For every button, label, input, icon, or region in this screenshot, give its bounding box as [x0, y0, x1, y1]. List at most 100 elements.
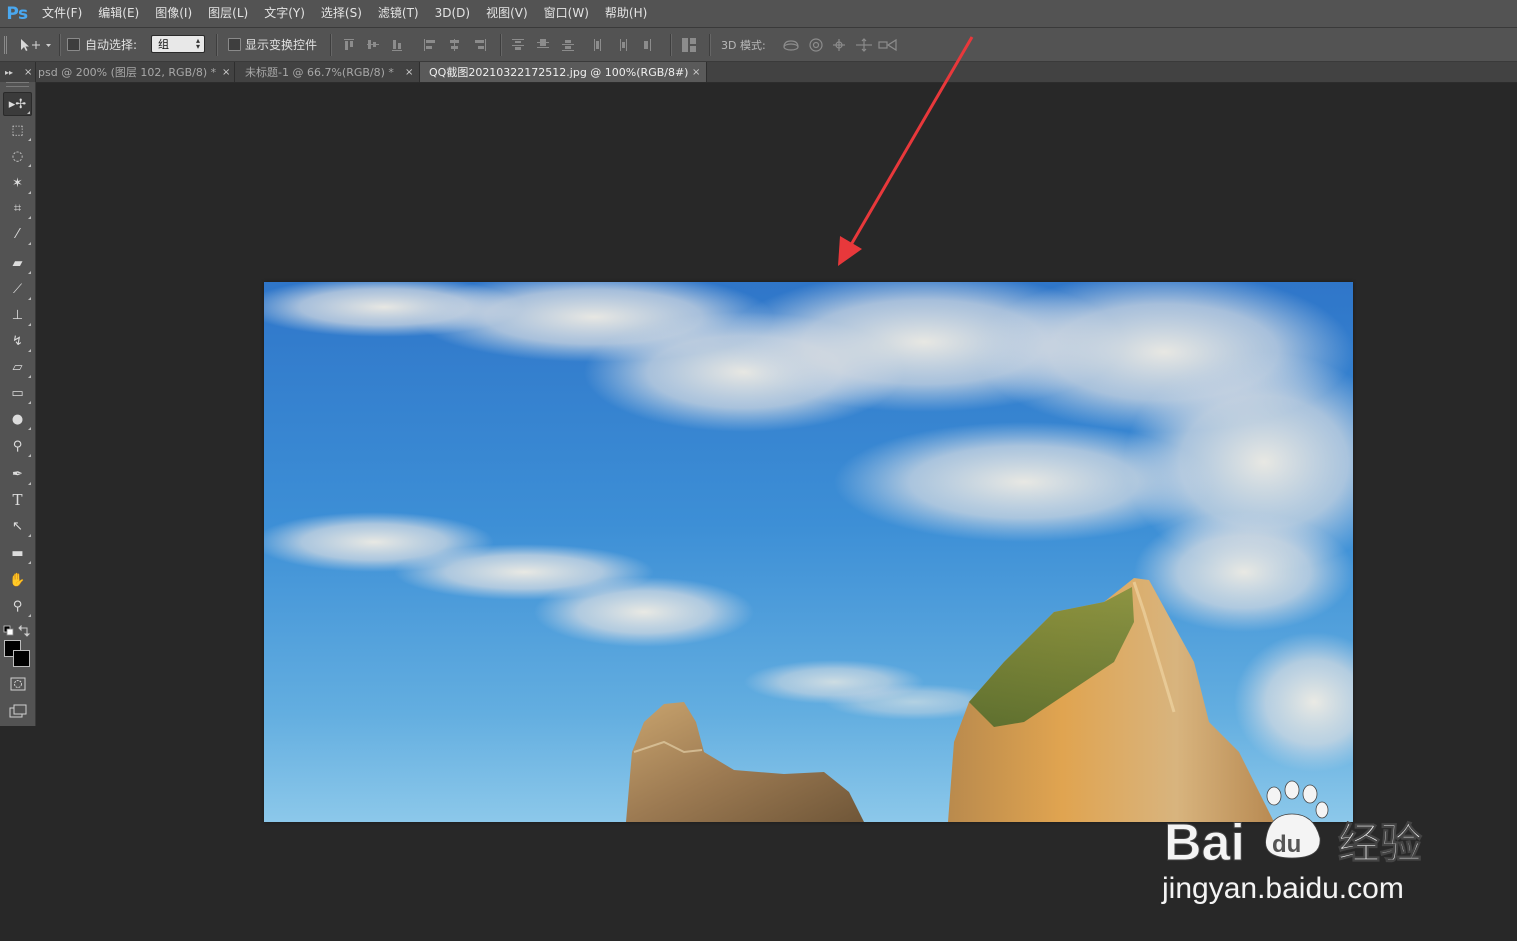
hand-tool[interactable]: ✋: [3, 568, 32, 592]
pen-tool[interactable]: ✒: [3, 462, 32, 486]
tab-qq-screenshot[interactable]: QQ截图20210322172512.jpg @ 100%(RGB/8#) ×: [420, 62, 707, 82]
flyout-indicator-icon: [28, 561, 31, 564]
menu-window[interactable]: 窗口(W): [536, 0, 597, 27]
show-transform-label: 显示变换控件: [245, 38, 318, 52]
menu-image[interactable]: 图像(I): [147, 0, 200, 27]
history-brush-icon: ↯: [12, 333, 23, 349]
align-top-icon[interactable]: [344, 38, 354, 50]
align-left-icon[interactable]: [424, 38, 435, 51]
marquee-icon: ⬚: [11, 122, 24, 138]
distribute-vcenter-icon[interactable]: [537, 38, 549, 48]
show-transform-checkbox[interactable]: [228, 28, 241, 61]
flyout-indicator-icon: [28, 191, 31, 194]
magic-wand-tool[interactable]: ✶: [3, 171, 32, 195]
clone-stamp-tool[interactable]: ⊥: [3, 303, 32, 327]
rounded-rect-icon: ▬: [11, 545, 24, 561]
align-vcenter-icon[interactable]: [367, 39, 379, 49]
swap-colors-icon[interactable]: [18, 624, 31, 637]
blur-tool[interactable]: ●: [3, 407, 32, 431]
align-hcenter-icon[interactable]: [450, 38, 459, 51]
tabs-panel-controls: ▸▸ ×: [0, 62, 36, 82]
watermark-url: jingyan.baidu.com: [1162, 872, 1404, 905]
eraser-tool[interactable]: ▱: [3, 355, 32, 379]
screen-mode-button[interactable]: [3, 699, 32, 723]
pan-3d-icon[interactable]: [833, 38, 845, 51]
distribute-top-icon[interactable]: [512, 38, 524, 50]
path-selection-tool[interactable]: ↖: [3, 514, 32, 538]
grip-icon: [4, 35, 7, 54]
menu-file[interactable]: 文件(F): [34, 0, 90, 27]
menu-layer[interactable]: 图层(L): [200, 0, 256, 27]
flyout-indicator-icon: [28, 297, 31, 300]
brush-tool[interactable]: ⟋: [3, 277, 32, 301]
magic-wand-icon: ✶: [12, 175, 23, 191]
eyedropper-tool[interactable]: ⁄: [3, 222, 32, 246]
stamp-icon: ⊥: [11, 307, 24, 323]
flyout-indicator-icon: [28, 375, 31, 378]
eyedropper-icon: ⁄: [16, 226, 19, 242]
flyout-indicator-icon: [28, 323, 31, 326]
auto-align-icon: [682, 37, 696, 52]
tab-label: 未标题-1 @ 66.7%(RGB/8) *: [245, 66, 394, 79]
document-tab-bar: ▸▸ × psd @ 200% (图层 102, RGB/8) * × 未标题-…: [0, 62, 1517, 83]
roll-3d-icon[interactable]: [809, 37, 823, 52]
shape-tool[interactable]: ▬: [3, 541, 32, 565]
auto-select-value: 组: [158, 38, 169, 51]
auto-align-button[interactable]: [681, 28, 697, 61]
document-canvas[interactable]: [264, 282, 1353, 822]
options-bar-grip: [4, 28, 8, 61]
align-right-icon[interactable]: [475, 38, 486, 51]
background-color-swatch[interactable]: [13, 650, 30, 667]
flyout-indicator-icon: [28, 482, 31, 485]
scale-3d-icon[interactable]: [878, 38, 897, 51]
flyout-indicator-icon: [28, 216, 31, 219]
history-brush-tool[interactable]: ↯: [3, 329, 32, 353]
crop-icon: ⌗: [13, 200, 22, 216]
photoshop-logo[interactable]: Ps: [0, 0, 34, 27]
rotate-3d-icon[interactable]: [783, 39, 799, 51]
flyout-indicator-icon: [28, 454, 31, 457]
move-tool[interactable]: ▸✢: [3, 92, 32, 116]
align-bottom-icon[interactable]: [392, 39, 402, 51]
type-tool[interactable]: T: [3, 488, 32, 512]
lasso-tool[interactable]: ◌: [3, 144, 32, 168]
slide-3d-icon[interactable]: [856, 37, 872, 52]
healing-brush-tool[interactable]: ▰: [3, 251, 32, 275]
flyout-indicator-icon: [28, 349, 31, 352]
menu-filter[interactable]: 滤镜(T): [370, 0, 427, 27]
distribute-right-icon[interactable]: [644, 38, 651, 51]
tab-untitled-1[interactable]: 未标题-1 @ 66.7%(RGB/8) * ×: [235, 62, 420, 82]
gradient-tool[interactable]: ▭: [3, 381, 32, 405]
menu-bar: Ps 文件(F) 编辑(E) 图像(I) 图层(L) 文字(Y) 选择(S) 滤…: [0, 0, 1517, 28]
menu-type[interactable]: 文字(Y): [256, 0, 313, 27]
close-panel-icon[interactable]: ×: [24, 67, 32, 78]
tool-preset-picker[interactable]: [18, 28, 54, 61]
tab-close-icon[interactable]: ×: [222, 67, 230, 78]
tab-psd-document[interactable]: psd @ 200% (图层 102, RGB/8) * ×: [36, 62, 235, 82]
crop-tool[interactable]: ⌗: [3, 196, 32, 220]
svg-text:经验: 经验: [1338, 819, 1422, 868]
menu-3d[interactable]: 3D(D): [427, 0, 478, 27]
quick-mask-button[interactable]: [3, 672, 32, 696]
tab-label: QQ截图20210322172512.jpg @ 100%(RGB/8#): [429, 66, 689, 79]
distribute-hcenter-icon[interactable]: [620, 38, 627, 51]
menu-help[interactable]: 帮助(H): [597, 0, 655, 27]
auto-select-checkbox[interactable]: [67, 28, 80, 61]
auto-select-dropdown[interactable]: 组 ▴ ▾: [151, 35, 205, 53]
collapse-panels-icon[interactable]: ▸▸: [5, 68, 13, 77]
menu-edit[interactable]: 编辑(E): [90, 0, 147, 27]
menu-select[interactable]: 选择(S): [313, 0, 370, 27]
svg-text:Bai: Bai: [1164, 814, 1245, 870]
zoom-tool[interactable]: ⚲: [3, 594, 32, 618]
tab-close-icon[interactable]: ×: [692, 67, 700, 78]
marquee-tool[interactable]: ⬚: [3, 118, 32, 142]
distribute-left-icon[interactable]: [594, 38, 601, 51]
tab-close-icon[interactable]: ×: [405, 67, 413, 78]
dodge-icon: ⚲: [12, 438, 23, 454]
dodge-tool[interactable]: ⚲: [3, 434, 32, 458]
distribute-bottom-icon[interactable]: [562, 39, 574, 51]
default-colors-icon[interactable]: [3, 625, 14, 636]
menu-view[interactable]: 视图(V): [478, 0, 536, 27]
dropdown-arrows-icon: ▴ ▾: [195, 36, 200, 51]
landscape-photo: [264, 282, 1353, 822]
